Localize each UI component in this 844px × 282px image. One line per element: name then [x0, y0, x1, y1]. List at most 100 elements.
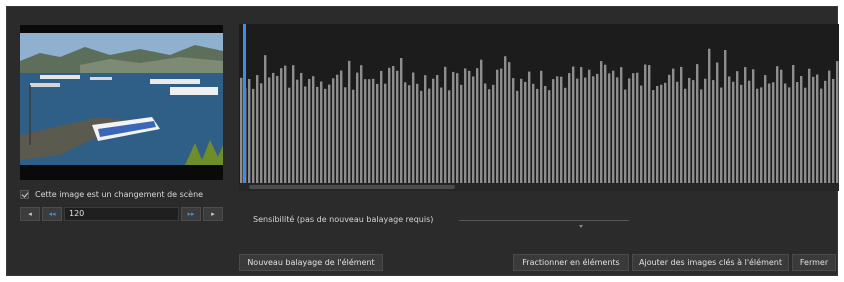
scene-waveform[interactable]: [239, 24, 839, 184]
scrollbar-thumb[interactable]: [249, 185, 455, 189]
waveform-bar: [532, 83, 535, 184]
add-keyframes-button[interactable]: Ajouter des images clés à l'élément: [632, 254, 789, 271]
waveform-bar: [620, 67, 623, 184]
sensitivity-slider[interactable]: [459, 220, 629, 221]
waveform-bar: [368, 79, 371, 184]
waveform-bar: [716, 62, 719, 184]
waveform-bar: [648, 65, 651, 184]
waveform-bar: [388, 67, 391, 184]
waveform-bar: [464, 68, 467, 184]
waveform-bar: [324, 88, 327, 184]
rescan-button[interactable]: Nouveau balayage de l'élément: [239, 254, 383, 271]
waveform-bar: [608, 73, 611, 184]
scene-change-row[interactable]: Cette image est un changement de scène: [20, 187, 203, 201]
waveform-bar: [364, 79, 367, 184]
waveform-bar: [452, 71, 455, 184]
waveform-bar: [432, 78, 435, 184]
waveform-bar: [548, 90, 551, 184]
prev-frame-icon[interactable]: ◂: [20, 207, 40, 221]
waveform-bar: [376, 83, 379, 184]
waveform-bar: [448, 90, 451, 184]
waveform-bar: [564, 87, 567, 184]
waveform-bar: [348, 60, 351, 184]
waveform-bar: [476, 68, 479, 184]
waveform-bar: [792, 65, 795, 184]
playhead-marker[interactable]: [243, 24, 246, 184]
next-frame-icon[interactable]: ▸: [203, 207, 223, 221]
waveform-bar: [592, 76, 595, 184]
waveform-bar: [788, 87, 791, 184]
waveform-bar: [536, 88, 539, 184]
waveform-bar: [500, 68, 503, 184]
waveform-bar: [832, 78, 835, 184]
waveform-bar: [644, 64, 647, 184]
waveform-bar: [708, 48, 711, 184]
waveform-bar: [492, 84, 495, 184]
rewind-icon[interactable]: ◂◂: [42, 207, 62, 221]
waveform-bar: [460, 84, 463, 184]
waveform-bar: [444, 66, 447, 184]
waveform-bar: [576, 78, 579, 184]
waveform-bar: [484, 83, 487, 184]
waveform-bar: [356, 72, 359, 184]
waveform-bar: [384, 83, 387, 184]
waveform-bar: [420, 90, 423, 184]
waveform-bar: [352, 89, 355, 184]
waveform-bar: [468, 70, 471, 184]
waveform-bar: [504, 56, 507, 184]
waveform-bar: [424, 75, 427, 184]
waveform-bar: [656, 86, 659, 184]
waveform-bar: [400, 58, 403, 184]
waveform-bar: [728, 76, 731, 184]
waveform-bar: [520, 78, 523, 184]
scene-detection-panel: Cette image est un changement de scène ◂…: [6, 6, 839, 276]
waveform-bar: [676, 81, 679, 184]
scene-change-label: Cette image est un changement de scène: [35, 189, 204, 199]
waveform-bar: [296, 79, 299, 184]
waveform-bar: [508, 62, 511, 184]
close-button[interactable]: Fermer: [792, 254, 836, 271]
waveform-bar: [560, 76, 563, 184]
waveform-bar: [812, 76, 815, 184]
waveform-bar: [392, 66, 395, 184]
waveform-bar: [252, 88, 255, 184]
waveform-bar: [804, 87, 807, 184]
waveform-bar: [628, 78, 631, 184]
waveform-bar: [416, 83, 419, 184]
waveform-bar: [276, 75, 279, 184]
waveform-bar: [820, 88, 823, 184]
waveform-bar: [264, 55, 267, 184]
split-button[interactable]: Fractionner en éléments: [513, 254, 629, 271]
frame-number-field[interactable]: 120: [64, 207, 179, 221]
waveform-bar: [336, 74, 339, 184]
waveform-bar: [268, 77, 271, 184]
waveform-bar: [320, 81, 323, 184]
waveform-bar: [512, 78, 515, 184]
waveform-bar: [480, 59, 483, 184]
waveform-bar: [552, 79, 555, 184]
waveform-bar: [380, 70, 383, 184]
waveform-bar: [732, 81, 735, 184]
waveform-scrollbar[interactable]: [239, 183, 839, 191]
waveform-bar: [736, 71, 739, 184]
waveform-bar: [632, 73, 635, 184]
waveform-bar: [404, 82, 407, 184]
waveform-bar: [428, 88, 431, 184]
waveform-bar: [256, 75, 259, 184]
waveform-bar: [328, 84, 331, 184]
waveform-bar: [556, 76, 559, 184]
waveform-bar: [692, 80, 695, 184]
waveform-bar: [524, 81, 527, 184]
fast-forward-icon[interactable]: ▸▸: [181, 207, 201, 221]
checkbox-check-icon[interactable]: [20, 189, 29, 199]
waveform-bar: [684, 88, 687, 184]
frame-preview-image: [20, 25, 223, 180]
waveform-bar: [700, 89, 703, 184]
sensitivity-slider-handle[interactable]: [579, 225, 583, 228]
waveform-bar: [712, 80, 715, 184]
waveform-bar: [588, 69, 591, 184]
waveform-bar: [828, 70, 831, 184]
waveform-bar: [756, 88, 759, 184]
waveform-bar: [544, 86, 547, 184]
waveform-bar: [280, 68, 283, 184]
